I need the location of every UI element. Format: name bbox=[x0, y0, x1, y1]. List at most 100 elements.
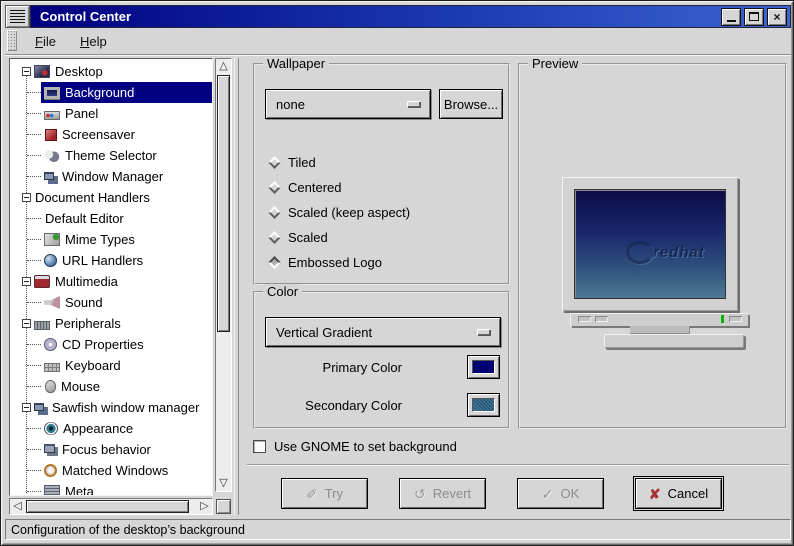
checkbox-icon[interactable] bbox=[253, 440, 266, 453]
browse-button[interactable]: Browse... bbox=[439, 89, 503, 119]
background-monitor-icon bbox=[44, 86, 60, 99]
preview-monitor: redhat bbox=[562, 177, 738, 311]
wallpaper-dropdown-value: none bbox=[276, 96, 305, 112]
tree-item-sawfish[interactable]: Sawfish window manager bbox=[10, 397, 212, 418]
tree-horizontal-scrollbar[interactable]: ◁ ▷ bbox=[9, 498, 213, 515]
tree-item-document-handlers[interactable]: Document Handlers bbox=[10, 187, 212, 208]
maximize-button[interactable] bbox=[744, 7, 764, 26]
sawfish-windows-icon bbox=[34, 402, 44, 411]
collapse-toggle-icon[interactable] bbox=[22, 319, 31, 328]
title-bar-gradient[interactable]: Control Center × bbox=[30, 5, 791, 28]
url-handlers-globe-icon bbox=[44, 254, 57, 267]
option-menu-indicator-icon bbox=[477, 329, 490, 335]
tree-connector bbox=[27, 344, 41, 345]
window-menu-icon bbox=[10, 10, 25, 23]
secondary-color-fill bbox=[472, 398, 495, 412]
tree-item-default-editor[interactable]: Default Editor bbox=[10, 208, 212, 229]
tree-connector bbox=[27, 113, 41, 114]
collapse-toggle-icon[interactable] bbox=[22, 277, 31, 286]
scroll-up-icon[interactable]: △ bbox=[216, 59, 231, 74]
tree-item-sound[interactable]: Sound bbox=[10, 292, 212, 313]
vertical-scroll-thumb[interactable] bbox=[217, 75, 230, 332]
close-icon: × bbox=[773, 9, 781, 24]
wallpaper-frame: Wallpaper none Browse... Tiled Centered … bbox=[253, 56, 510, 285]
primary-color-swatch[interactable] bbox=[467, 355, 500, 379]
revert-icon: ↺ bbox=[413, 485, 426, 502]
tree-item-cd-properties[interactable]: CD Properties bbox=[10, 334, 212, 355]
menu-file[interactable]: File bbox=[35, 34, 56, 49]
tree-vertical-scrollbar[interactable]: △ ▽ bbox=[215, 58, 232, 492]
revert-button[interactable]: ↺ Revert bbox=[399, 478, 486, 509]
ok-button[interactable]: ✓ OK bbox=[517, 478, 604, 509]
scroll-down-icon[interactable]: ▽ bbox=[216, 476, 231, 491]
gradient-dropdown[interactable]: Vertical Gradient bbox=[265, 317, 501, 347]
panel-icon bbox=[44, 110, 60, 120]
radio-scaled-keep-aspect[interactable]: Scaled (keep aspect) bbox=[268, 203, 410, 221]
tree-item-url-handlers[interactable]: URL Handlers bbox=[10, 250, 212, 271]
wallpaper-dropdown[interactable]: none bbox=[265, 89, 431, 119]
menu-help[interactable]: Help bbox=[80, 34, 107, 49]
radio-tiled[interactable]: Tiled bbox=[268, 153, 316, 171]
use-gnome-checkbox-row[interactable]: Use GNOME to set background bbox=[253, 439, 457, 454]
color-frame: Color Vertical Gradient Primary Color Se… bbox=[253, 284, 510, 429]
tree-item-panel[interactable]: Panel bbox=[10, 103, 212, 124]
tree-item-mime-types[interactable]: Mime Types bbox=[10, 229, 212, 250]
tree-item-desktop[interactable]: Desktop bbox=[10, 61, 212, 82]
multimedia-drum-icon bbox=[34, 275, 50, 288]
tree-connector bbox=[27, 134, 41, 135]
horizontal-scroll-thumb[interactable] bbox=[26, 500, 189, 513]
maximize-icon bbox=[749, 12, 759, 21]
tree-item-multimedia[interactable]: Multimedia bbox=[10, 271, 212, 292]
collapse-toggle-icon[interactable] bbox=[22, 193, 31, 202]
tree-connector bbox=[27, 302, 41, 303]
status-text: Configuration of the desktop’s backgroun… bbox=[11, 522, 245, 537]
tree-item-mouse[interactable]: Mouse bbox=[10, 376, 212, 397]
tree-item-appearance[interactable]: Appearance bbox=[10, 418, 212, 439]
tree-item-theme-selector[interactable]: Theme Selector bbox=[10, 145, 212, 166]
mouse-icon bbox=[45, 380, 56, 393]
menubar-grip-handle[interactable] bbox=[7, 30, 17, 51]
tree-item-keyboard[interactable]: Keyboard bbox=[10, 355, 212, 376]
window-manager-icon bbox=[44, 171, 54, 180]
radio-centered[interactable]: Centered bbox=[268, 178, 341, 196]
monitor-neck bbox=[630, 326, 690, 334]
try-button[interactable]: ✐ Try bbox=[281, 478, 368, 509]
focus-behavior-icon bbox=[44, 444, 55, 453]
ok-icon: ✓ bbox=[541, 485, 554, 502]
tree-item-meta[interactable]: Meta bbox=[10, 481, 212, 495]
title-bar[interactable]: Control Center × bbox=[5, 5, 791, 28]
window-menu-button[interactable] bbox=[5, 5, 30, 28]
monitor-button-icon bbox=[729, 316, 742, 322]
separator bbox=[247, 464, 789, 466]
secondary-color-label: Secondary Color bbox=[305, 397, 402, 413]
desktop-icon bbox=[34, 65, 50, 78]
secondary-color-row: Secondary Color bbox=[305, 393, 500, 417]
tree-item-screensaver[interactable]: Screensaver bbox=[10, 124, 212, 145]
monitor-button-icon bbox=[578, 316, 591, 322]
theme-selector-icon bbox=[44, 149, 60, 162]
tree-item-focus-behavior[interactable]: Focus behavior bbox=[10, 439, 212, 460]
tree-connector bbox=[27, 491, 41, 492]
tree-item-background[interactable]: Background bbox=[10, 82, 212, 103]
radio-scaled[interactable]: Scaled bbox=[268, 228, 328, 246]
tree-item-window-manager[interactable]: Window Manager bbox=[10, 166, 212, 187]
scroll-right-icon[interactable]: ▷ bbox=[197, 499, 212, 514]
collapse-toggle-icon[interactable] bbox=[22, 67, 31, 76]
scroll-left-icon[interactable]: ◁ bbox=[10, 499, 25, 514]
minimize-button[interactable] bbox=[721, 7, 741, 26]
preview-frame: Preview redhat bbox=[518, 56, 787, 429]
secondary-color-swatch[interactable] bbox=[467, 393, 500, 417]
tree-connector bbox=[27, 239, 41, 240]
radio-embossed-logo[interactable]: Embossed Logo bbox=[268, 253, 382, 271]
collapse-toggle-icon[interactable] bbox=[22, 403, 31, 412]
cancel-button[interactable]: ✘ Cancel bbox=[633, 476, 724, 511]
close-button[interactable]: × bbox=[767, 7, 787, 26]
color-legend: Color bbox=[263, 284, 303, 299]
window-title: Control Center bbox=[40, 9, 131, 24]
menu-bar: File Help bbox=[5, 28, 791, 55]
tree-item-peripherals[interactable]: Peripherals bbox=[10, 313, 212, 334]
primary-color-row: Primary Color bbox=[323, 355, 500, 379]
monitor-control-bar bbox=[570, 313, 748, 326]
tree-item-matched-windows[interactable]: Matched Windows bbox=[10, 460, 212, 481]
pane-divider[interactable] bbox=[234, 58, 239, 515]
